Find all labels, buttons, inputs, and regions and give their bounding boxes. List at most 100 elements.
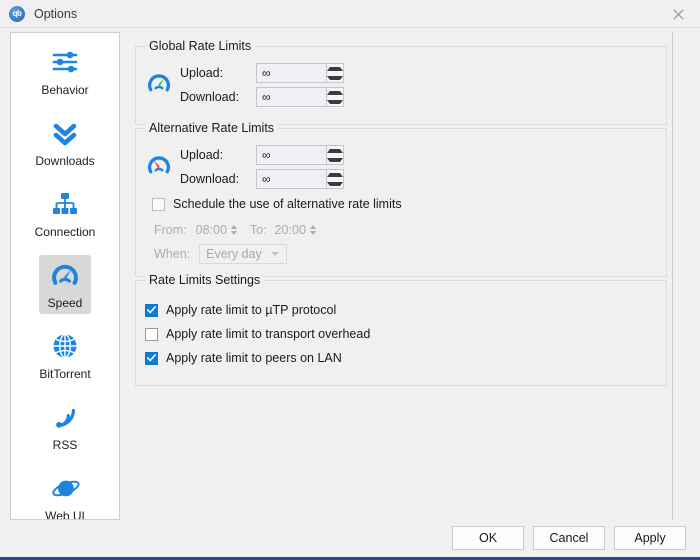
alt-download-label: Download: (180, 172, 240, 186)
global-download-value[interactable]: ∞ (257, 88, 326, 106)
alternative-rate-limits-group: Alternative Rate Limits Upload: ∞ Downlo… (135, 121, 667, 277)
sidebar-item-label: RSS (52, 438, 78, 452)
global-download-label: Download: (180, 90, 240, 104)
rss-icon (48, 400, 82, 434)
spin-down-button[interactable] (231, 231, 238, 235)
alt-download-value[interactable]: ∞ (257, 170, 326, 188)
rate-limits-settings-group: Rate Limits Settings Apply rate limit to… (135, 273, 667, 386)
spin-down-button[interactable] (327, 155, 343, 164)
alt-upload-label: Upload: (180, 148, 224, 162)
sidebar-item-rss[interactable]: RSS (11, 388, 119, 459)
sidebar-item-label: Web UI (45, 509, 85, 520)
schedule-from-to-row: From: 08:00 To: 20:00 (154, 221, 318, 239)
schedule-from-spinbox[interactable]: 08:00 (196, 221, 239, 239)
group-title: Global Rate Limits (145, 39, 256, 53)
spin-up-button[interactable] (327, 146, 343, 155)
spin-down-button[interactable] (310, 231, 317, 235)
global-rate-limits-group: Global Rate Limits Upload: ∞ Download: ∞ (135, 39, 667, 125)
network-icon (48, 187, 82, 221)
sidebar-item-speed[interactable]: Speed (11, 246, 119, 317)
spin-up-button[interactable] (327, 88, 343, 97)
spin-buttons[interactable] (326, 64, 343, 82)
alt-upload-value[interactable]: ∞ (257, 146, 326, 164)
dialog-body: Behavior Downloads Connection Speed BitT… (0, 28, 700, 520)
global-upload-label: Upload: (180, 66, 224, 80)
spin-buttons[interactable] (326, 146, 343, 164)
ok-button[interactable]: OK (452, 526, 524, 550)
sidebar-item-label: Downloads (35, 154, 95, 168)
close-icon (672, 8, 684, 20)
chevron-down-icon (271, 252, 280, 256)
sidebar-item-label: BitTorrent (39, 367, 91, 381)
settings-pane-speed: Global Rate Limits Upload: ∞ Download: ∞… (131, 32, 683, 520)
speedometer-red-icon (144, 147, 174, 183)
schedule-to-spinbox[interactable]: 20:00 (275, 221, 318, 239)
pane-divider (672, 32, 673, 520)
speedometer-green-icon (144, 65, 174, 101)
title-bar: qb Options (0, 0, 700, 28)
sidebar-item-downloads[interactable]: Downloads (11, 104, 119, 175)
double-chevron-down-icon (48, 116, 82, 150)
schedule-alternative-limits-checkbox[interactable]: Schedule the use of alternative rate lim… (152, 197, 402, 211)
checkbox-label: Apply rate limit to µTP protocol (166, 303, 337, 317)
alt-upload-row: Upload: ∞ (180, 145, 344, 165)
spin-down-button[interactable] (327, 179, 343, 188)
checkbox-label: Schedule the use of alternative rate lim… (173, 197, 402, 211)
to-value[interactable]: 20:00 (275, 221, 309, 239)
dialog-button-bar: OK Cancel Apply (452, 526, 686, 550)
spin-up-button[interactable] (310, 225, 317, 229)
spin-down-button[interactable] (327, 73, 343, 82)
settings-category-list[interactable]: Behavior Downloads Connection Speed BitT… (10, 32, 120, 520)
global-upload-row: Upload: ∞ (180, 63, 344, 83)
spin-up-button[interactable] (327, 64, 343, 73)
sidebar-item-behavior[interactable]: Behavior (11, 33, 119, 104)
checkmark-icon (147, 354, 156, 362)
group-title: Alternative Rate Limits (145, 121, 279, 135)
apply-rate-limit-utp-checkbox[interactable]: Apply rate limit to µTP protocol (145, 303, 336, 317)
apply-button[interactable]: Apply (614, 526, 686, 550)
sidebar-item-label: Connection (34, 225, 96, 239)
cancel-button[interactable]: Cancel (533, 526, 605, 550)
group-title: Rate Limits Settings (145, 273, 265, 287)
sidebar-item-label: Behavior (41, 83, 89, 97)
close-button[interactable] (656, 0, 700, 28)
checkbox-box[interactable] (152, 197, 165, 211)
checkbox-box[interactable] (145, 351, 158, 365)
qbittorrent-logo-icon: qb (9, 5, 25, 22)
to-label: To: (249, 223, 267, 237)
alt-upload-spinbox[interactable]: ∞ (256, 145, 344, 165)
dialog-footer: OK Cancel Apply (0, 520, 700, 560)
spin-buttons[interactable] (326, 170, 343, 188)
schedule-when-dropdown[interactable]: Every day (199, 244, 288, 264)
global-download-row: Download: ∞ (180, 87, 344, 107)
apply-rate-limit-lan-peers-checkbox[interactable]: Apply rate limit to peers on LAN (145, 351, 342, 365)
sidebar-item-label: Speed (47, 296, 83, 310)
spin-down-button[interactable] (327, 97, 343, 106)
apply-rate-limit-transport-overhead-checkbox[interactable]: Apply rate limit to transport overhead (145, 327, 370, 341)
sidebar-item-bittorrent[interactable]: BitTorrent (11, 317, 119, 388)
spin-buttons[interactable] (230, 221, 239, 239)
from-label: From: (154, 223, 187, 237)
when-value: Every day (206, 247, 262, 261)
sidebar-item-connection[interactable]: Connection (11, 175, 119, 246)
global-download-spinbox[interactable]: ∞ (256, 87, 344, 107)
checkbox-label: Apply rate limit to peers on LAN (166, 351, 342, 365)
sliders-icon (48, 45, 82, 79)
checkbox-box[interactable] (145, 327, 158, 341)
global-upload-value[interactable]: ∞ (257, 64, 326, 82)
schedule-when-row: When: Every day (154, 244, 288, 264)
spin-buttons[interactable] (326, 88, 343, 106)
sidebar-item-web-ui[interactable]: Web UI (11, 459, 119, 520)
globe-icon (48, 329, 82, 363)
checkbox-label: Apply rate limit to transport overhead (166, 327, 371, 341)
speedometer-icon (48, 258, 82, 292)
spin-up-button[interactable] (231, 225, 238, 229)
alt-download-spinbox[interactable]: ∞ (256, 169, 344, 189)
global-upload-spinbox[interactable]: ∞ (256, 63, 344, 83)
checkmark-icon (147, 306, 156, 314)
from-value[interactable]: 08:00 (196, 221, 230, 239)
spin-up-button[interactable] (327, 170, 343, 179)
spin-buttons[interactable] (309, 221, 318, 239)
checkbox-box[interactable] (145, 303, 158, 317)
alt-download-row: Download: ∞ (180, 169, 344, 189)
